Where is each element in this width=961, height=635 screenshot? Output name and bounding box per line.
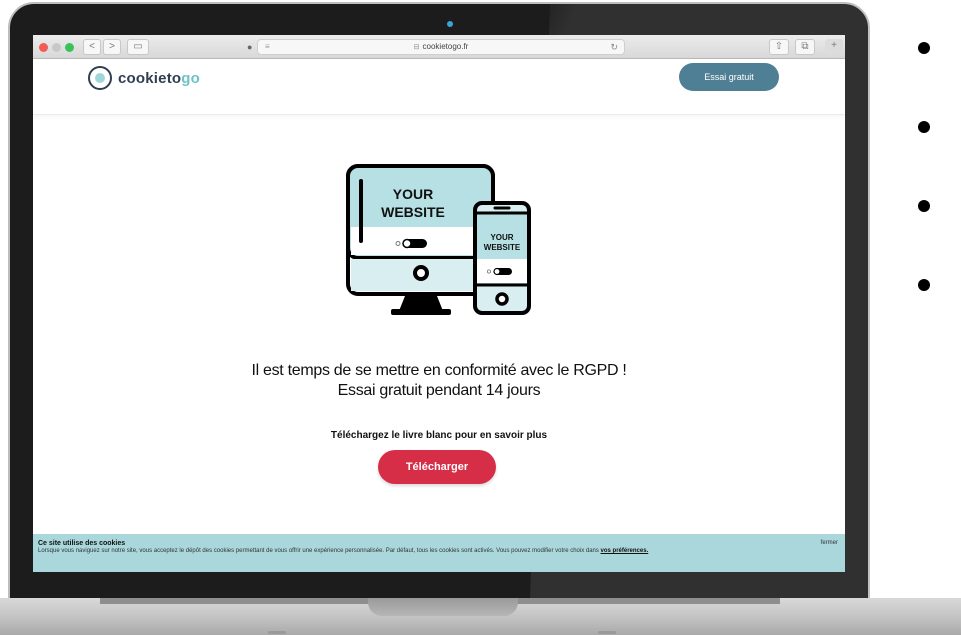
privacy-icon[interactable]: ● [247, 39, 252, 55]
cookie-close-button[interactable]: fermer [821, 540, 838, 546]
cookie-banner: Ce site utilise des cookies Lorsque vous… [33, 534, 845, 572]
cookie-logo-icon [88, 66, 112, 90]
phone-text-line2: WEBSITE [484, 243, 521, 252]
browser-toolbar: < > ▭ ● ⊟ cookietogo.fr ↻ ≡ ⇧ ⧉ + [33, 35, 845, 59]
download-button[interactable]: Télécharger [378, 450, 496, 484]
laptop-notch [368, 598, 518, 616]
back-button[interactable]: < [83, 39, 101, 55]
logo-text: cookietogo [118, 69, 201, 87]
bullet-icon [918, 279, 930, 291]
site-logo[interactable]: cookietogo [88, 66, 200, 90]
sidebar-toggle-button[interactable]: ▭ [127, 39, 149, 55]
free-trial-button[interactable]: Essai gratuit [679, 63, 779, 91]
monitor-text-line1: YOUR [393, 186, 433, 202]
address-bar[interactable]: ⊟ cookietogo.fr ↻ [257, 39, 625, 55]
bullet-icon [918, 42, 930, 54]
reader-icon[interactable]: ≡ [265, 39, 270, 55]
lock-icon: ⊟ [413, 44, 420, 51]
laptop-foot-right [598, 631, 616, 634]
site-header: cookietogo Essai gratuit [33, 59, 845, 115]
phone-text-line1: YOUR [490, 233, 513, 242]
url-text: cookietogo.fr [422, 42, 469, 51]
new-tab-button[interactable]: + [825, 39, 843, 55]
minimize-window-button[interactable] [52, 43, 61, 52]
cookie-preferences-link[interactable]: vos préférences. [601, 548, 649, 554]
bullet-icon [918, 200, 930, 212]
forward-button[interactable]: > [103, 39, 121, 55]
laptop-foot-left [268, 631, 286, 634]
close-window-button[interactable] [39, 43, 48, 52]
maximize-window-button[interactable] [65, 43, 74, 52]
devices-illustration: YOUR WEBSITE YOUR WEBSITE [343, 161, 533, 326]
headline: Il est temps de se mettre en conformité … [33, 361, 845, 401]
monitor-text-line2: WEBSITE [381, 204, 445, 220]
cookie-banner-text: Lorsque vous naviguez sur notre site, vo… [38, 548, 649, 554]
webcam-icon [447, 21, 453, 27]
headline-line-1: Il est temps de se mettre en conformité … [251, 362, 627, 379]
headline-line-2: Essai gratuit pendant 14 jours [337, 382, 541, 399]
bullet-icon [918, 121, 930, 133]
cookie-banner-title: Ce site utilise des cookies [38, 540, 126, 547]
laptop-screen: < > ▭ ● ⊟ cookietogo.fr ↻ ≡ ⇧ ⧉ + cookiet… [33, 35, 845, 572]
reload-icon[interactable]: ↻ [610, 40, 618, 54]
tabs-overview-button[interactable]: ⧉ [795, 39, 815, 55]
whitepaper-caption: Téléchargez le livre blanc pour en savoi… [330, 430, 548, 441]
website-devices-icon: YOUR WEBSITE YOUR WEBSITE [346, 164, 531, 315]
share-button[interactable]: ⇧ [769, 39, 789, 55]
